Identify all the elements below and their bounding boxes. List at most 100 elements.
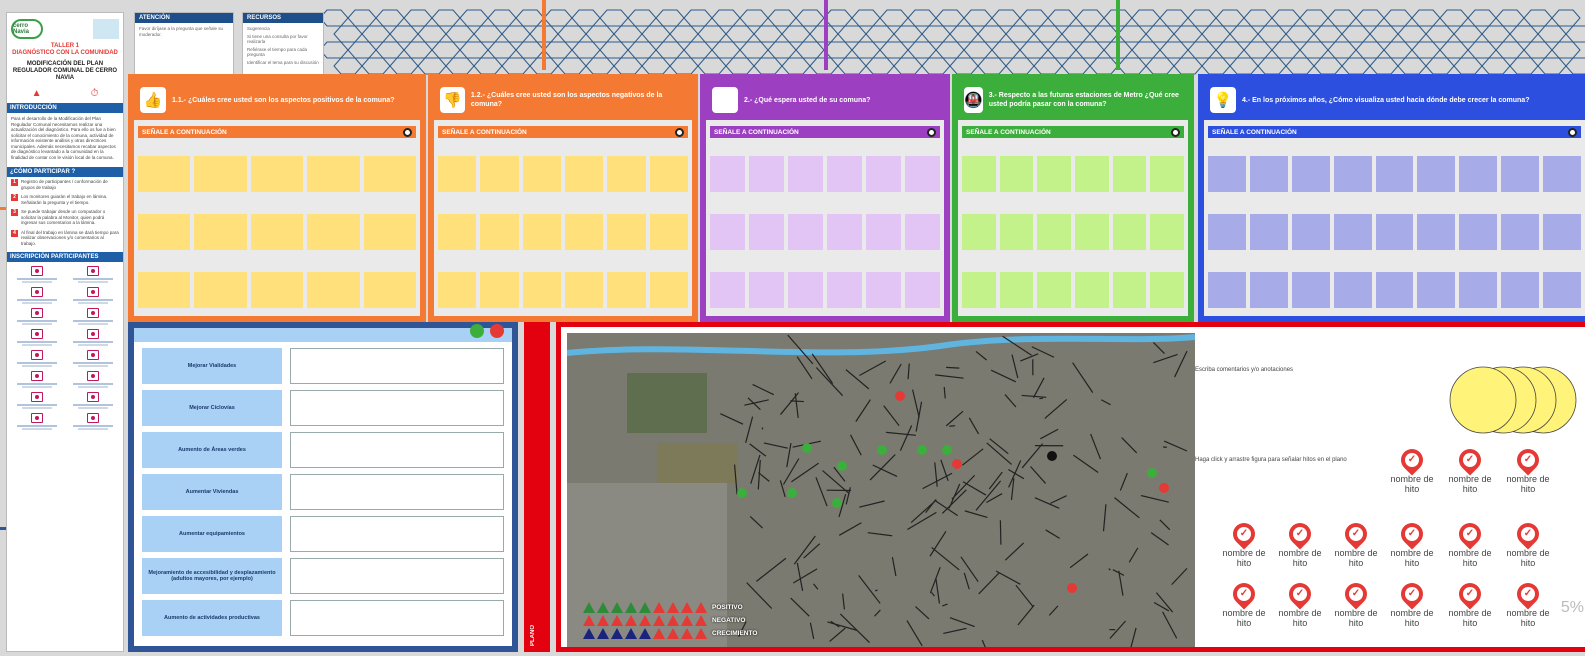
- participant-slot[interactable]: [67, 266, 119, 283]
- sticky-note[interactable]: [827, 272, 862, 308]
- participant-slot[interactable]: [11, 413, 63, 430]
- sticky-note[interactable]: [607, 214, 646, 250]
- participant-slot[interactable]: [11, 287, 63, 304]
- map-marker[interactable]: [1047, 451, 1057, 461]
- sticky-note[interactable]: [564, 272, 604, 308]
- sticky-note[interactable]: [749, 272, 784, 308]
- hito-marker[interactable]: ✓ nombre de hito: [1333, 578, 1379, 628]
- row-input[interactable]: [290, 558, 504, 594]
- sticky-note[interactable]: [438, 272, 477, 308]
- sticky-note[interactable]: [1543, 272, 1581, 308]
- sticky-note[interactable]: [1417, 214, 1456, 250]
- triangle-marker[interactable]: [583, 628, 595, 639]
- triangle-marker[interactable]: [653, 628, 665, 639]
- sticky-note[interactable]: [1333, 214, 1372, 250]
- hito-marker[interactable]: ✓ nombre de hito: [1333, 518, 1379, 568]
- participant-slot[interactable]: [11, 371, 63, 388]
- map-marker[interactable]: [952, 459, 962, 469]
- sticky-note[interactable]: [1333, 156, 1372, 192]
- sticky-note[interactable]: [1291, 214, 1330, 250]
- sticky-note[interactable]: [1333, 272, 1372, 308]
- sticky-note[interactable]: [307, 156, 360, 192]
- map-marker[interactable]: [787, 488, 797, 498]
- triangle-marker[interactable]: [695, 615, 707, 626]
- triangle-marker[interactable]: [639, 615, 651, 626]
- sticky-note[interactable]: [827, 214, 862, 250]
- row-input[interactable]: [290, 348, 504, 384]
- map-marker[interactable]: [942, 445, 952, 455]
- sticky-note[interactable]: [363, 156, 416, 192]
- sticky-note[interactable]: [307, 272, 360, 308]
- triangle-marker[interactable]: [667, 628, 679, 639]
- sticky-note[interactable]: [905, 156, 940, 192]
- hito-marker[interactable]: ✓ nombre de hito: [1389, 578, 1435, 628]
- sticky-note[interactable]: [905, 272, 940, 308]
- sticky-note[interactable]: [1208, 156, 1246, 192]
- map-marker[interactable]: [737, 488, 747, 498]
- triangle-marker[interactable]: [681, 628, 693, 639]
- participant-slot[interactable]: [11, 350, 63, 367]
- sticky-note[interactable]: [788, 214, 823, 250]
- triangle-marker[interactable]: [611, 628, 623, 639]
- sticky-note[interactable]: [1075, 214, 1109, 250]
- triangle-marker[interactable]: [597, 602, 609, 613]
- hito-marker[interactable]: ✓ nombre de hito: [1447, 444, 1493, 494]
- sticky-note[interactable]: [1501, 272, 1540, 308]
- sticky-note[interactable]: [649, 156, 688, 192]
- row-input[interactable]: [290, 600, 504, 636]
- sticky-note[interactable]: [194, 156, 247, 192]
- sticky-note[interactable]: [1037, 156, 1071, 192]
- participant-slot[interactable]: [11, 308, 63, 325]
- sticky-note[interactable]: [1375, 272, 1414, 308]
- sticky-note[interactable]: [1459, 156, 1498, 192]
- map-marker[interactable]: [832, 498, 842, 508]
- participant-slot[interactable]: [67, 371, 119, 388]
- triangle-marker[interactable]: [667, 615, 679, 626]
- hito-marker[interactable]: ✓ nombre de hito: [1277, 578, 1323, 628]
- sticky-note[interactable]: [1375, 156, 1414, 192]
- sticky-note[interactable]: [1208, 214, 1246, 250]
- triangle-marker[interactable]: [653, 602, 665, 613]
- sticky-note[interactable]: [1543, 156, 1581, 192]
- sticky-note[interactable]: [1075, 272, 1109, 308]
- sticky-note[interactable]: [962, 156, 996, 192]
- sticky-note[interactable]: [866, 156, 901, 192]
- triangle-marker[interactable]: [611, 602, 623, 613]
- sticky-note[interactable]: [1459, 272, 1498, 308]
- hito-marker[interactable]: ✓ nombre de hito: [1447, 518, 1493, 568]
- hito-marker[interactable]: ✓ nombre de hito: [1221, 518, 1267, 568]
- sticky-note[interactable]: [999, 272, 1034, 308]
- sticky-note[interactable]: [1249, 214, 1288, 250]
- sticky-note[interactable]: [1112, 214, 1147, 250]
- sticky-note[interactable]: [138, 272, 191, 308]
- sticky-note[interactable]: [962, 272, 996, 308]
- sticky-note[interactable]: [250, 214, 304, 250]
- sticky-note[interactable]: [1037, 272, 1071, 308]
- map-marker[interactable]: [802, 443, 812, 453]
- sticky-note[interactable]: [1543, 214, 1581, 250]
- sticky-note[interactable]: [480, 272, 519, 308]
- satellite-map[interactable]: POSITIVO NEGATIVO CRECIMIENTO: [567, 333, 1195, 647]
- sticky-note[interactable]: [1112, 156, 1147, 192]
- map-marker[interactable]: [895, 391, 905, 401]
- map-marker[interactable]: [1147, 468, 1157, 478]
- sticky-note[interactable]: [710, 156, 745, 192]
- sticky-note[interactable]: [138, 214, 191, 250]
- sticky-note[interactable]: [788, 272, 823, 308]
- sticky-note[interactable]: [307, 214, 360, 250]
- triangle-marker[interactable]: [583, 602, 595, 613]
- map-marker[interactable]: [837, 461, 847, 471]
- hito-marker[interactable]: ✓ nombre de hito: [1447, 578, 1493, 628]
- participant-slot[interactable]: [11, 329, 63, 346]
- row-input[interactable]: [290, 432, 504, 468]
- participant-slot[interactable]: [67, 308, 119, 325]
- sticky-note[interactable]: [999, 214, 1034, 250]
- triangle-marker[interactable]: [667, 602, 679, 613]
- sticky-note[interactable]: [1417, 272, 1456, 308]
- sticky-note[interactable]: [363, 214, 416, 250]
- sticky-note[interactable]: [564, 214, 604, 250]
- triangle-marker[interactable]: [625, 615, 637, 626]
- sticky-note[interactable]: [1150, 214, 1184, 250]
- map-marker[interactable]: [1067, 583, 1077, 593]
- sticky-note[interactable]: [363, 272, 416, 308]
